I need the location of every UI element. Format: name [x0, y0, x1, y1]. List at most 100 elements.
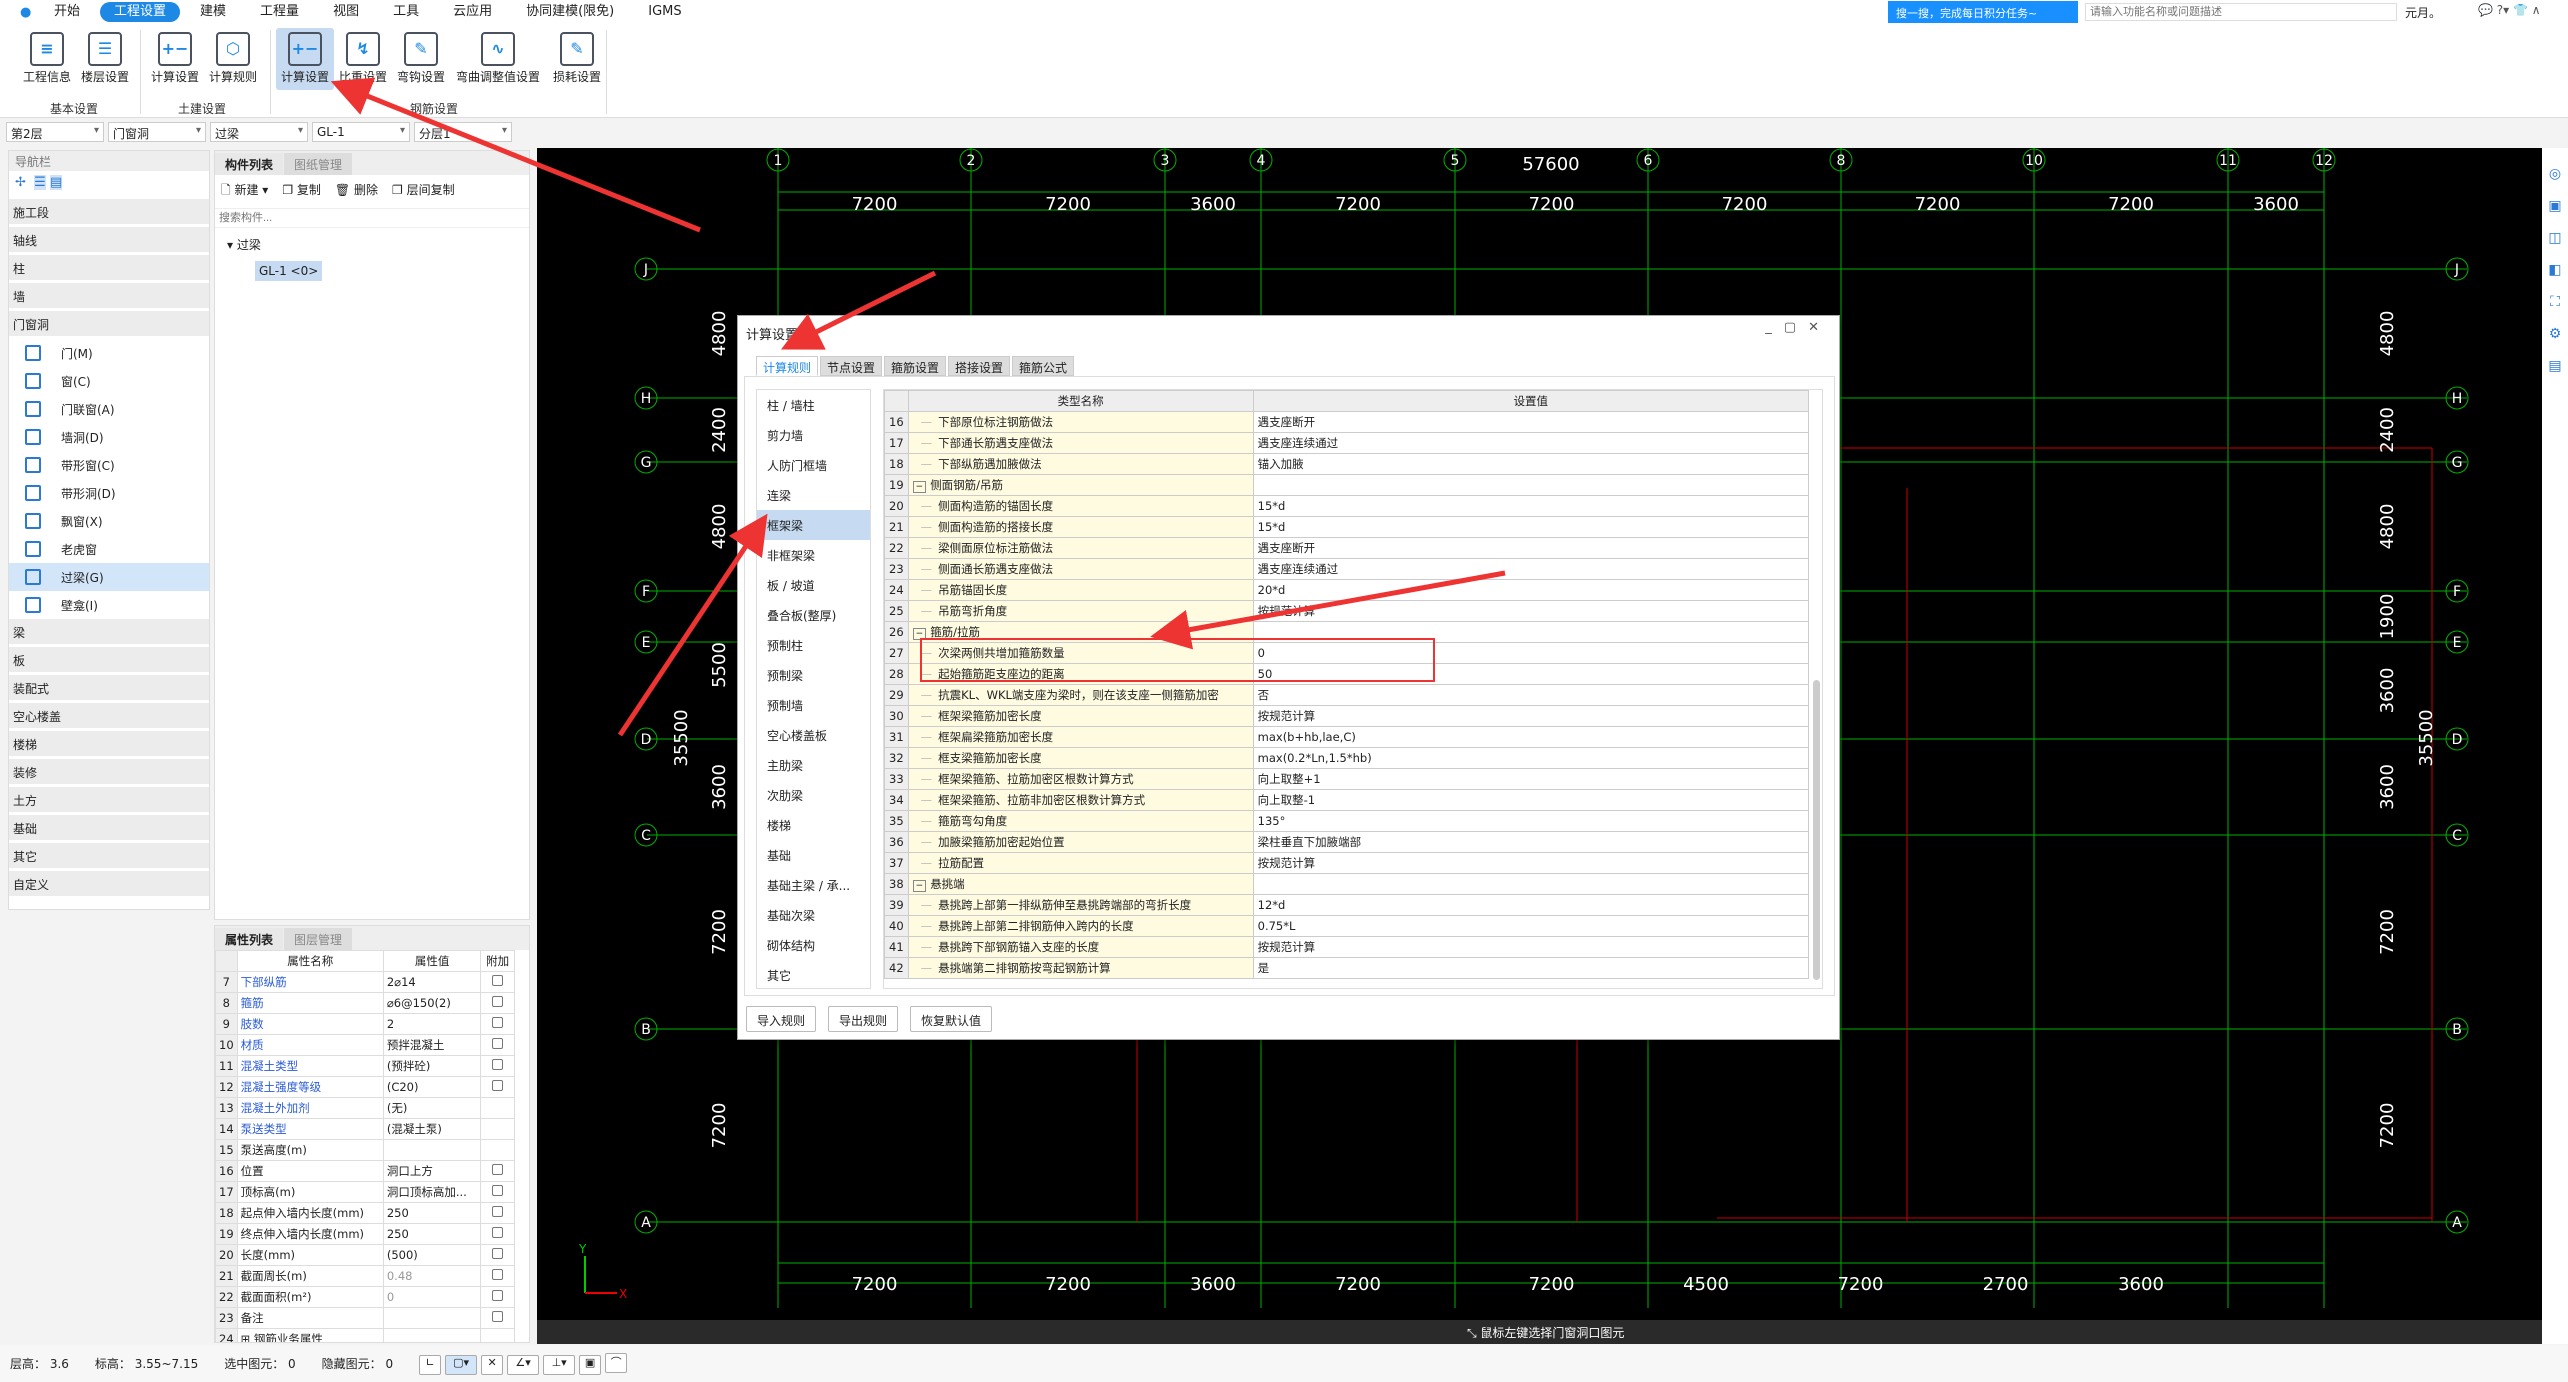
rule-row[interactable]: 21 — 侧面构造筋的搭接长度 15*d: [884, 516, 1810, 538]
rule-value[interactable]: max(b+hb,lae,C): [1252, 726, 1810, 748]
rule-value[interactable]: [1252, 474, 1810, 496]
selector-dropdown-0[interactable]: 第2层: [6, 122, 104, 142]
category-item[interactable]: 人防门框墙: [757, 450, 870, 480]
property-value[interactable]: 250: [382, 1202, 482, 1224]
rule-value[interactable]: 遇支座断开: [1252, 411, 1810, 433]
property-value[interactable]: 2: [382, 1013, 482, 1035]
attach-checkbox[interactable]: [492, 1164, 504, 1175]
offset-icon[interactable]: ⊥▾: [543, 1354, 576, 1375]
menu-5[interactable]: 工具: [379, 2, 433, 22]
nav-category[interactable]: 土方: [9, 787, 209, 812]
category-item[interactable]: 预制墙: [757, 690, 870, 720]
property-row[interactable]: 19 终点伸入墙内长度(mm) 250: [215, 1223, 515, 1245]
category-item[interactable]: 叠合板(整厚): [757, 600, 870, 630]
rule-row[interactable]: 31 — 框架扁梁箍筋加密长度 max(b+hb,lae,C): [884, 726, 1810, 748]
dialog-tab-3[interactable]: 搭接设置: [948, 356, 1011, 376]
floor-copy-button[interactable]: ❐ 层间复制: [392, 181, 455, 202]
rule-row[interactable]: 42 — 悬挑端第二排钢筋按弯起钢筋计算 是: [884, 957, 1810, 979]
rule-value[interactable]: 20*d: [1252, 579, 1810, 601]
property-row[interactable]: 7 下部纵筋 2⌀14: [215, 971, 515, 993]
menu-2[interactable]: 建模: [186, 2, 240, 22]
rule-value[interactable]: 50: [1252, 663, 1810, 685]
category-item[interactable]: 框架梁: [757, 510, 870, 540]
attach-checkbox[interactable]: [492, 1206, 504, 1217]
nav-item[interactable]: 过梁(G): [9, 563, 209, 591]
dialog-tab-4[interactable]: 箍筋公式: [1012, 356, 1075, 376]
rule-value[interactable]: 向上取整-1: [1252, 789, 1810, 811]
rule-value[interactable]: 0.75*L: [1252, 915, 1810, 937]
attach-checkbox[interactable]: [492, 1290, 504, 1301]
view-tool-icons[interactable]: ◎ ▣ ◫ ◧ ⛶ ⚙ ▤: [2542, 148, 2568, 382]
attach-checkbox[interactable]: [492, 1080, 504, 1091]
nav-item[interactable]: 门(M): [9, 339, 209, 367]
display-icon[interactable]: ▣: [579, 1354, 602, 1375]
dialog-tab-1[interactable]: 节点设置: [820, 356, 883, 376]
nav-item[interactable]: 墙洞(D): [9, 423, 209, 451]
category-item[interactable]: 其它: [757, 960, 870, 988]
rule-value[interactable]: 按规范计算: [1252, 852, 1810, 874]
rule-value[interactable]: 按规范计算: [1252, 705, 1810, 727]
property-row[interactable]: 12 混凝土强度等级 (C20): [215, 1076, 515, 1098]
property-row[interactable]: 13 混凝土外加剂 (无): [215, 1097, 515, 1119]
rule-row[interactable]: 40 — 悬挑跨上部第二排钢筋伸入跨内的长度 0.75*L: [884, 915, 1810, 937]
property-value[interactable]: 预拌混凝土: [382, 1034, 482, 1056]
attach-checkbox[interactable]: [492, 1185, 504, 1196]
ribbon-button-8[interactable]: ✎ 损耗设置: [548, 28, 606, 90]
category-item[interactable]: 基础主梁 / 承...: [757, 870, 870, 900]
attach-checkbox[interactable]: [492, 1017, 504, 1028]
rule-row[interactable]: 24 — 吊筋锚固长度 20*d: [884, 579, 1810, 601]
nav-item[interactable]: 飘窗(X): [9, 507, 209, 535]
property-value[interactable]: (无): [382, 1097, 482, 1119]
help-icons[interactable]: 💬 ?▾ 👕 ∧: [2478, 3, 2541, 17]
menu-1[interactable]: 工程设置: [100, 2, 181, 22]
rule-row[interactable]: 34 — 框架梁箍筋、拉筋非加密区根数计算方式 向上取整-1: [884, 789, 1810, 811]
table-scrollbar[interactable]: [1813, 680, 1820, 980]
property-row[interactable]: 11 混凝土类型 (预拌砼): [215, 1055, 515, 1077]
property-row[interactable]: 24 ⊞ 钢筋业务属性: [215, 1328, 515, 1342]
rule-row[interactable]: 17 — 下部通长筋遇支座做法 遇支座连续通过: [884, 432, 1810, 454]
rule-row[interactable]: 28 — 起始箍筋距支座边的距离 50: [884, 663, 1810, 685]
attach-checkbox[interactable]: [492, 1038, 504, 1049]
property-value[interactable]: 0: [382, 1286, 482, 1308]
selector-dropdown-4[interactable]: 分层1: [414, 122, 512, 142]
rule-row[interactable]: 19− 侧面钢筋/吊筋: [884, 474, 1810, 496]
rule-row[interactable]: 38− 悬挑端: [884, 873, 1810, 895]
cross-icon[interactable]: ✕: [481, 1354, 504, 1375]
category-item[interactable]: 连梁: [757, 480, 870, 510]
property-value[interactable]: (C20): [382, 1076, 482, 1098]
ribbon-button-7[interactable]: ∿ 弯曲调整值设置: [452, 28, 544, 90]
dialog-tab-2[interactable]: 箍筋设置: [884, 356, 947, 376]
attach-checkbox[interactable]: [492, 1311, 504, 1322]
rule-row[interactable]: 22 — 梁侧面原位标注筋做法 遇支座断开: [884, 537, 1810, 559]
rule-value[interactable]: 否: [1252, 684, 1810, 706]
collapse-icon[interactable]: −: [912, 481, 927, 493]
rule-value[interactable]: 遇支座断开: [1252, 537, 1810, 559]
maximize-icon[interactable]: ▢: [1784, 320, 1808, 335]
property-row[interactable]: 10 材质 预拌混凝土: [215, 1034, 515, 1056]
rule-row[interactable]: 18 — 下部纵筋遇加腋做法 锚入加腋: [884, 453, 1810, 475]
menu-3[interactable]: 工程量: [246, 2, 313, 22]
list-view-icon[interactable]: ☰: [34, 175, 46, 190]
rule-value[interactable]: 是: [1252, 957, 1810, 979]
selector-dropdown-2[interactable]: 过梁: [210, 122, 308, 142]
menu-7[interactable]: 协同建模(限免): [512, 2, 628, 22]
attach-checkbox[interactable]: [492, 1248, 504, 1259]
rule-value[interactable]: 0: [1252, 642, 1810, 664]
tab-layer-management[interactable]: 图层管理: [284, 928, 353, 950]
rule-value[interactable]: 12*d: [1252, 894, 1810, 916]
nav-category[interactable]: 其它: [9, 843, 209, 868]
category-item[interactable]: 预制梁: [757, 660, 870, 690]
selector-dropdown-3[interactable]: GL-1: [312, 122, 410, 142]
nav-category[interactable]: 基础: [9, 815, 209, 840]
ortho-icon[interactable]: ∟: [419, 1354, 442, 1375]
category-item[interactable]: 板 / 坡道: [757, 570, 870, 600]
category-item[interactable]: 柱 / 墙柱: [757, 390, 870, 420]
nav-category[interactable]: 自定义: [9, 871, 209, 896]
attach-checkbox[interactable]: [492, 1227, 504, 1238]
property-value[interactable]: 洞口顶标高加...: [382, 1181, 482, 1203]
rule-row[interactable]: 33 — 框架梁箍筋、拉筋加密区根数计算方式 向上取整+1: [884, 768, 1810, 790]
selector-dropdown-1[interactable]: 门窗洞: [108, 122, 206, 142]
snap-icon[interactable]: ▢▾: [445, 1354, 478, 1375]
tab-component-list[interactable]: 构件列表: [215, 153, 284, 175]
ribbon-button-1[interactable]: ☰ 楼层设置: [76, 28, 134, 90]
